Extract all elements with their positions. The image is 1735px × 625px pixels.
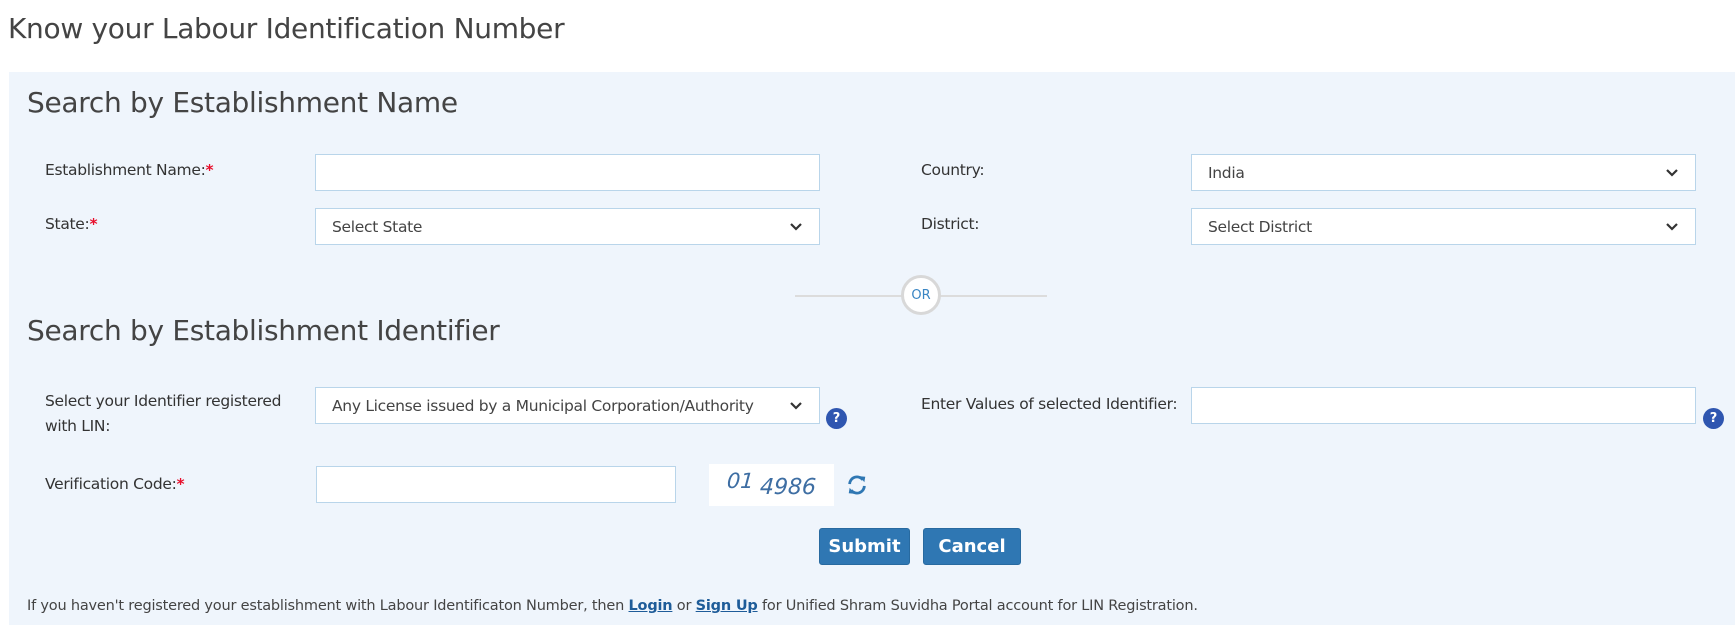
chevron-down-icon	[790, 222, 802, 231]
question-circle-icon[interactable]: ?	[826, 408, 847, 429]
lin-search-panel: Search by Establishment Name Establishme…	[9, 72, 1735, 625]
state-select[interactable]: Select State	[315, 208, 820, 245]
or-divider: OR	[901, 275, 941, 315]
verification-code-input[interactable]	[316, 466, 676, 503]
district-label: District:	[921, 215, 980, 233]
section-title-name: Search by Establishment Name	[27, 86, 458, 119]
section-title-identifier: Search by Establishment Identifier	[27, 314, 500, 347]
required-marker: *	[205, 161, 214, 179]
or-divider-line-right	[937, 295, 1047, 297]
country-select[interactable]: India	[1191, 154, 1696, 191]
country-selected-value: India	[1208, 163, 1245, 182]
identifier-type-label: Select your Identifier registered with L…	[45, 389, 281, 439]
establishment-name-input[interactable]	[315, 154, 820, 191]
identifier-type-label-line2: with LIN:	[45, 417, 111, 435]
question-circle-icon[interactable]: ?	[1703, 408, 1724, 429]
captcha-text-part2: 4986	[758, 474, 817, 500]
required-marker: *	[176, 475, 185, 493]
identifier-value-label: Enter Values of selected Identifier:	[921, 395, 1178, 413]
chevron-down-icon	[790, 401, 802, 410]
state-label-text: State:	[45, 215, 90, 233]
verification-code-label: Verification Code:*	[45, 475, 185, 493]
registration-note: If you haven't registered your establish…	[27, 598, 1198, 614]
or-divider-line-left	[795, 295, 905, 297]
country-label: Country:	[921, 161, 985, 179]
required-marker: *	[89, 215, 98, 233]
establishment-name-label-text: Establishment Name:	[45, 161, 206, 179]
cancel-button[interactable]: Cancel	[923, 528, 1021, 565]
district-select[interactable]: Select District	[1191, 208, 1696, 245]
state-label: State:*	[45, 215, 98, 233]
login-link[interactable]: Login	[629, 598, 673, 614]
district-selected-value: Select District	[1208, 217, 1312, 236]
identifier-type-selected-value: Any License issued by a Municipal Corpor…	[332, 396, 754, 415]
submit-button[interactable]: Submit	[819, 528, 910, 565]
note-text-after: for Unified Shram Suvidha Portal account…	[757, 598, 1198, 614]
refresh-icon[interactable]	[846, 474, 868, 496]
chevron-down-icon	[1666, 222, 1678, 231]
state-selected-value: Select State	[332, 217, 423, 236]
identifier-type-label-line1: Select your Identifier registered	[45, 392, 282, 410]
identifier-value-input[interactable]	[1191, 387, 1696, 424]
establishment-name-label: Establishment Name:*	[45, 161, 214, 179]
signup-link[interactable]: Sign Up	[696, 598, 758, 614]
note-text-before: If you haven't registered your establish…	[27, 598, 629, 614]
chevron-down-icon	[1666, 168, 1678, 177]
captcha-image: 01 4986	[709, 464, 834, 506]
page-title: Know your Labour Identification Number	[8, 12, 565, 45]
note-text-or: or	[672, 598, 696, 614]
verification-code-label-text: Verification Code:	[45, 475, 177, 493]
identifier-type-select[interactable]: Any License issued by a Municipal Corpor…	[315, 387, 820, 424]
captcha-text-part1: 01	[726, 469, 755, 493]
